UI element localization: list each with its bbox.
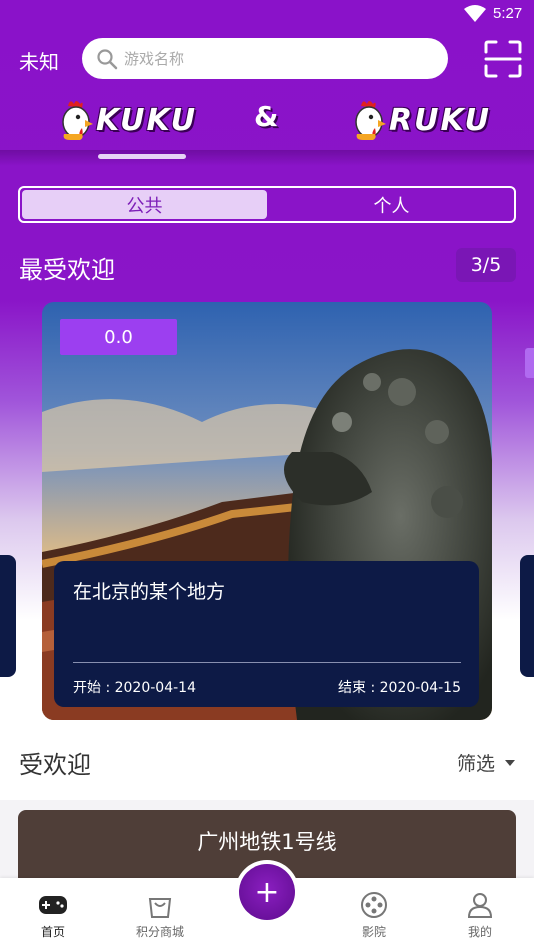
gamepad-icon bbox=[39, 896, 67, 914]
film-reel-icon bbox=[361, 892, 387, 918]
status-time: 5:27 bbox=[493, 5, 523, 22]
carousel-pager: 3/5 bbox=[456, 248, 516, 282]
rooster-icon bbox=[355, 101, 386, 140]
segment-public[interactable]: 公共 bbox=[22, 190, 267, 219]
filter-label: 筛选 bbox=[457, 753, 496, 775]
card-divider bbox=[73, 662, 461, 663]
tab-cinema[interactable]: 影院 bbox=[329, 878, 419, 949]
segment-control: 公共 个人 bbox=[18, 186, 516, 223]
card-start-date: 开始 : 2020-04-14 bbox=[73, 680, 196, 696]
filter-button[interactable]: 筛选 bbox=[457, 749, 516, 776]
carousel-next-peek bbox=[525, 348, 534, 378]
scan-icon[interactable] bbox=[484, 40, 522, 78]
wifi-icon bbox=[464, 5, 486, 22]
tab-profile-label: 我的 bbox=[467, 925, 492, 939]
add-button[interactable]: + bbox=[239, 864, 295, 920]
location-label[interactable]: 未知 bbox=[19, 46, 59, 75]
header-shadow bbox=[0, 150, 534, 166]
tab-shop-label: 积分商城 bbox=[135, 925, 184, 939]
carousel-prev-card[interactable] bbox=[0, 555, 16, 677]
tab-profile[interactable]: 我的 bbox=[435, 878, 525, 949]
search-placeholder: 游戏名称 bbox=[124, 50, 185, 68]
logo-kuku[interactable]: KUKU bbox=[58, 96, 197, 144]
search-icon bbox=[97, 48, 118, 69]
tab-cinema-label: 影院 bbox=[361, 925, 386, 939]
shopping-bag-icon bbox=[148, 898, 172, 918]
segment-personal[interactable]: 个人 bbox=[269, 188, 514, 221]
search-input[interactable]: 游戏名称 bbox=[82, 38, 448, 79]
user-icon bbox=[467, 893, 493, 918]
card-end-date: 结束 : 2020-04-15 bbox=[338, 680, 461, 696]
card-title: 在北京的某个地方 bbox=[73, 581, 226, 603]
score-badge: 0.0 bbox=[60, 319, 177, 355]
tab-home[interactable]: 首页 bbox=[8, 878, 98, 949]
logo-tab-indicator bbox=[98, 154, 186, 159]
carousel-next-card[interactable] bbox=[520, 555, 534, 677]
featured-title: 最受欢迎 bbox=[19, 256, 115, 284]
popular-title: 受欢迎 bbox=[19, 751, 91, 779]
status-bar: 5:27 bbox=[0, 0, 534, 30]
chevron-down-icon bbox=[505, 759, 516, 766]
logo-ruku-text: RUKU bbox=[389, 102, 491, 138]
logo-kuku-text: KUKU bbox=[96, 102, 198, 138]
rooster-icon bbox=[62, 101, 93, 140]
tab-shop[interactable]: 积分商城 bbox=[115, 878, 205, 949]
tab-home-label: 首页 bbox=[40, 925, 65, 939]
card-info-panel: 在北京的某个地方 开始 : 2020-04-14 结束 : 2020-04-15 bbox=[54, 561, 479, 707]
logo-ampersand: & bbox=[254, 100, 279, 133]
featured-card[interactable]: 0.0 在北京的某个地方 开始 : 2020-04-14 结束 : 2020-0… bbox=[42, 302, 492, 720]
plus-icon: + bbox=[254, 874, 280, 910]
list-item-title: 广州地铁1号线 bbox=[197, 830, 337, 854]
logo-ruku[interactable]: RUKU bbox=[351, 96, 491, 144]
